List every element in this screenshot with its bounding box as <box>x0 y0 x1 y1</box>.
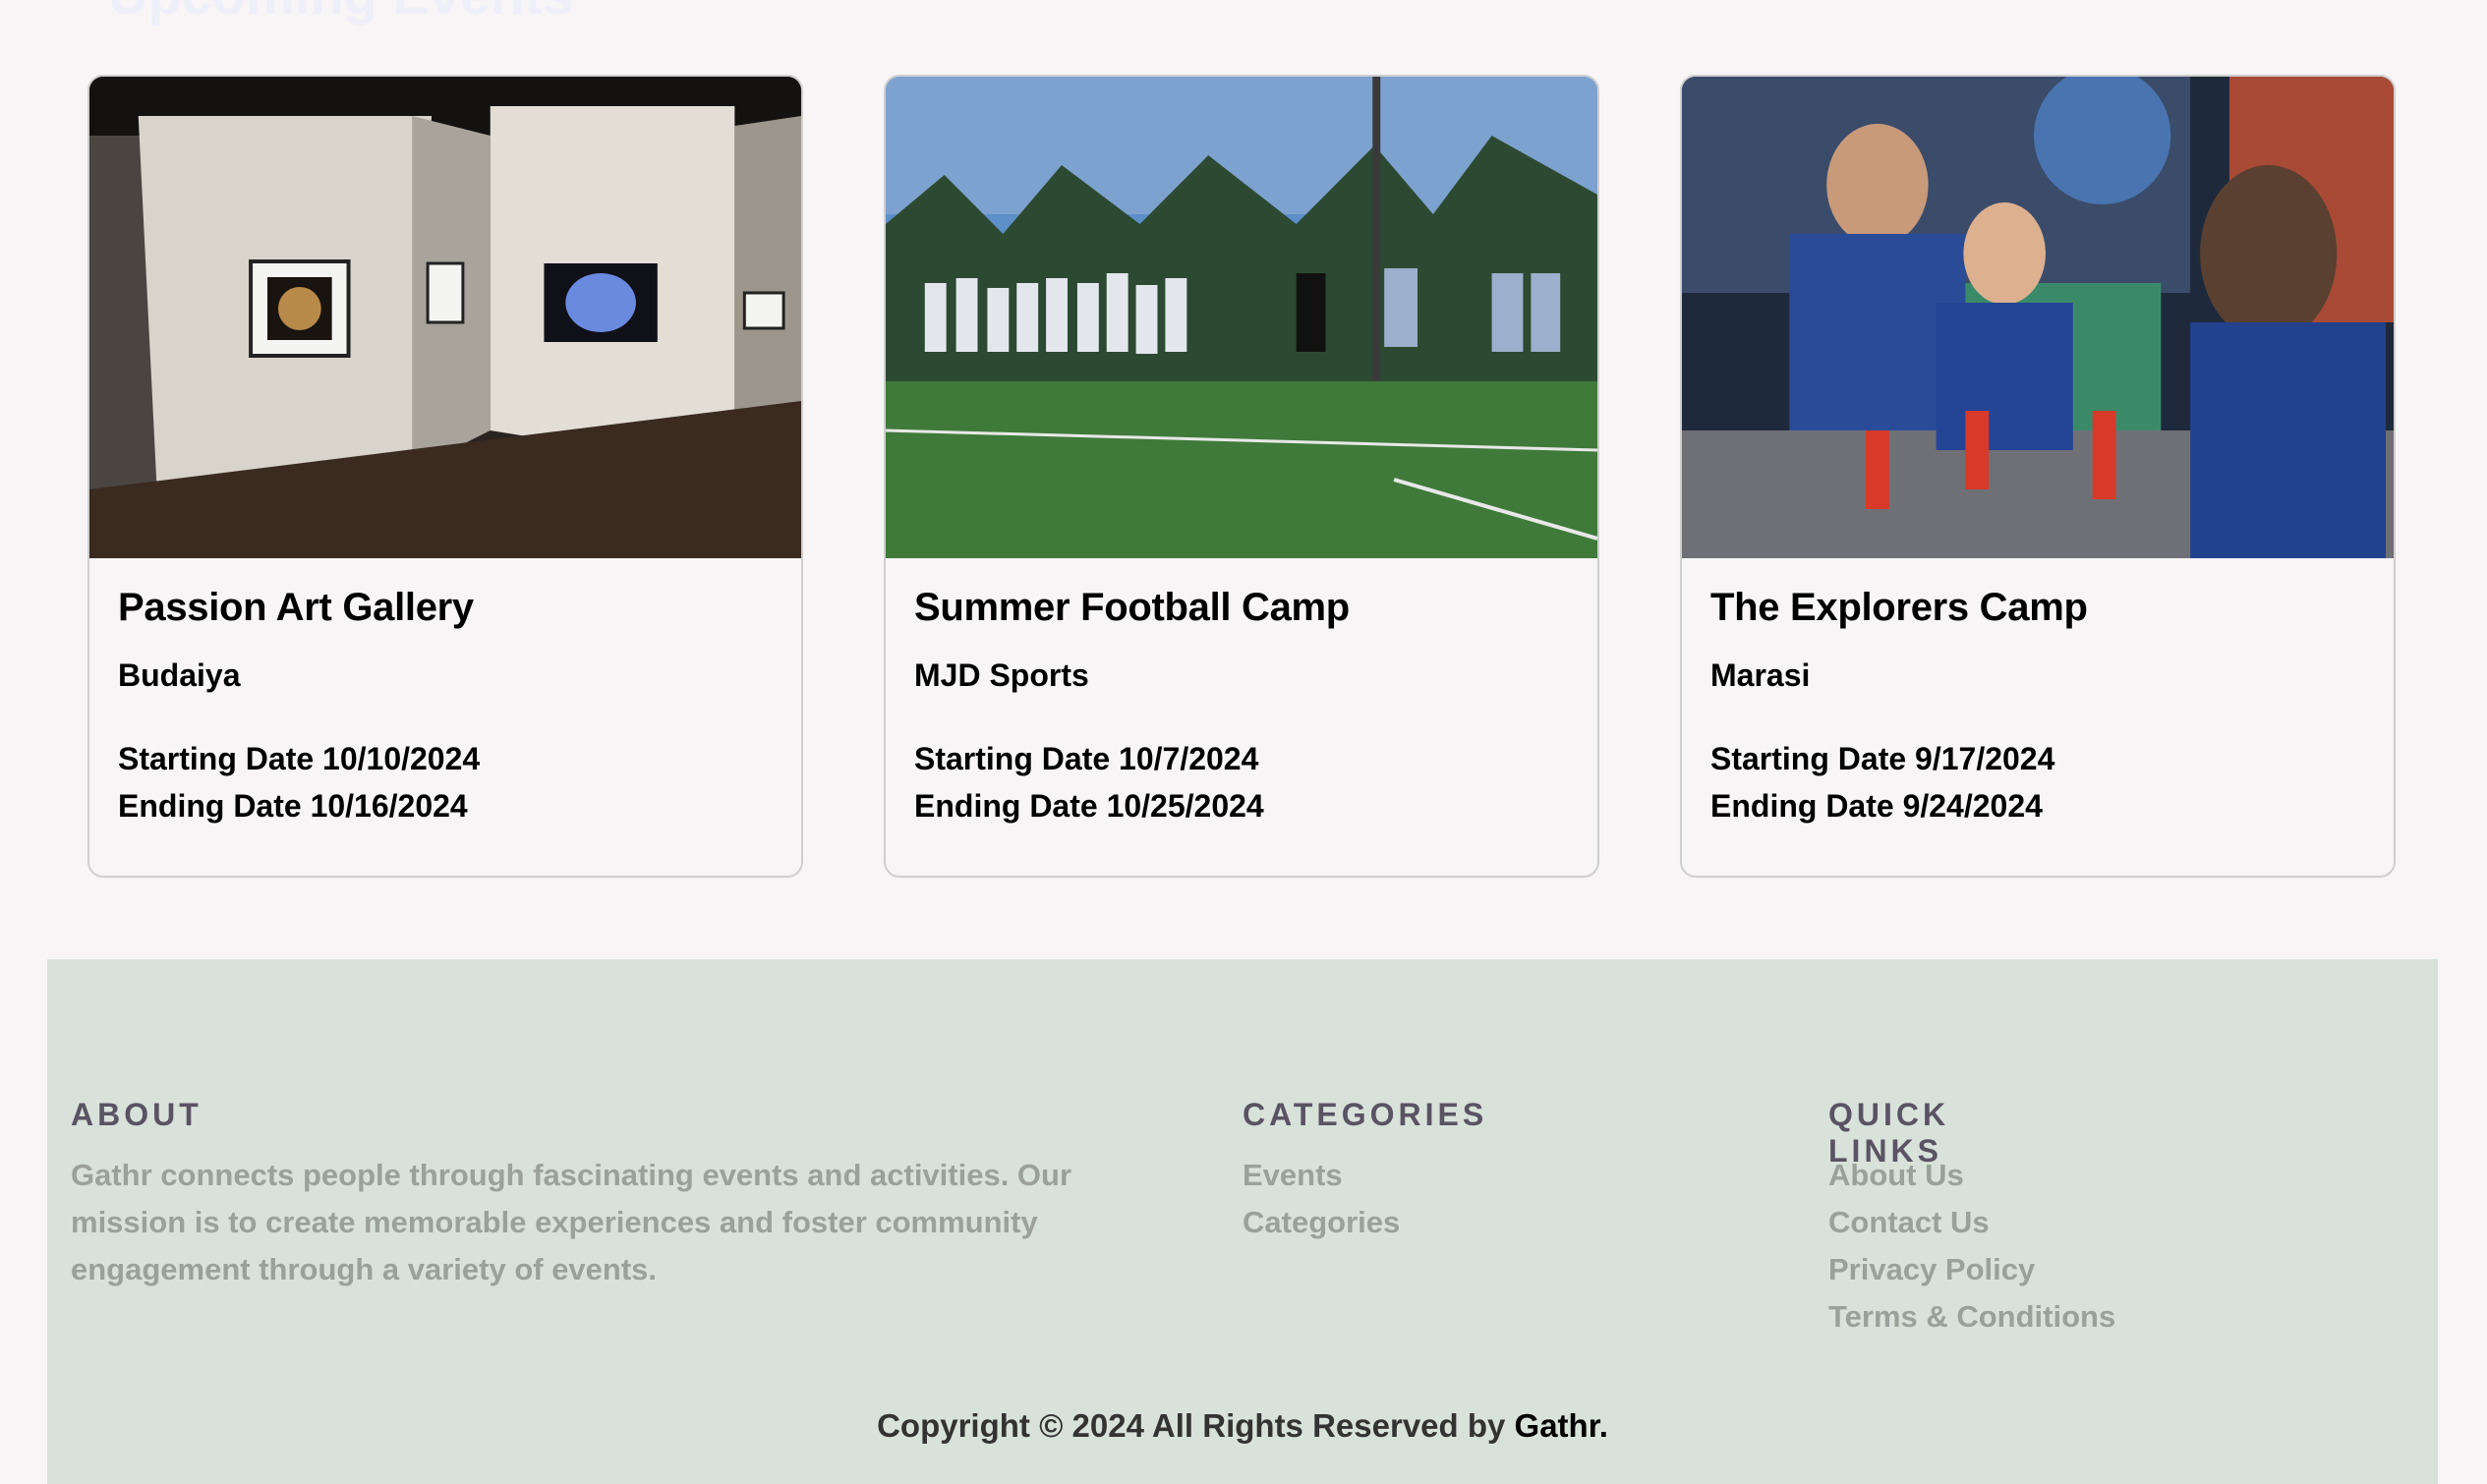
footer-categories-title: CATEGORIES <box>1243 1097 1488 1132</box>
event-image-football-camp[interactable] <box>886 77 1597 558</box>
event-card[interactable]: The Explorers Camp Marasi Starting Date … <box>1680 75 2396 878</box>
event-end-date: Ending Date 9/24/2024 <box>1710 788 2043 824</box>
footer-link-terms[interactable]: Terms & Conditions <box>1828 1293 2115 1341</box>
copyright: Copyright © 2024 All Rights Reserved by … <box>47 1407 2438 1445</box>
event-card[interactable]: Summer Football Camp MJD Sports Starting… <box>884 75 1599 878</box>
event-start-date: Starting Date 10/7/2024 <box>914 741 1259 776</box>
event-venue: Marasi <box>1710 657 1811 693</box>
event-cards: Passion Art Gallery Budaiya Starting Dat… <box>87 75 2396 878</box>
footer-about-text: Gathr connects people through fascinatin… <box>71 1158 1072 1286</box>
event-end-date: Ending Date 10/16/2024 <box>118 788 468 824</box>
copyright-brand: Gathr. <box>1514 1407 1608 1444</box>
event-title[interactable]: Summer Football Camp <box>914 586 1569 630</box>
footer-link-contact-us[interactable]: Contact Us <box>1828 1199 2115 1246</box>
section-heading: Upcoming Events <box>108 0 573 27</box>
event-end-date: Ending Date 10/25/2024 <box>914 788 1264 824</box>
footer-link-events[interactable]: Events <box>1243 1152 1400 1199</box>
event-title[interactable]: Passion Art Gallery <box>118 586 773 630</box>
footer-about-title: ABOUT <box>71 1097 202 1132</box>
footer-categories-list: Events Categories <box>1243 1152 1400 1246</box>
event-start-date: Starting Date 9/17/2024 <box>1710 741 2055 776</box>
event-image-explorers-camp[interactable] <box>1682 77 2394 558</box>
copyright-text: Copyright © 2024 All Rights Reserved by <box>877 1407 1515 1444</box>
event-title[interactable]: The Explorers Camp <box>1710 586 2365 630</box>
event-image-art-gallery[interactable] <box>89 77 801 558</box>
event-card[interactable]: Passion Art Gallery Budaiya Starting Dat… <box>87 75 803 878</box>
footer-link-about-us[interactable]: About Us <box>1828 1152 2115 1199</box>
footer-link-categories[interactable]: Categories <box>1243 1199 1400 1246</box>
footer-link-privacy-policy[interactable]: Privacy Policy <box>1828 1246 2115 1293</box>
site-footer: ABOUT Gathr connects people through fasc… <box>47 959 2438 1484</box>
footer-quick-links-list: About Us Contact Us Privacy Policy Terms… <box>1828 1152 2115 1341</box>
event-venue: MJD Sports <box>914 657 1089 693</box>
event-venue: Budaiya <box>118 657 241 693</box>
event-start-date: Starting Date 10/10/2024 <box>118 741 481 776</box>
